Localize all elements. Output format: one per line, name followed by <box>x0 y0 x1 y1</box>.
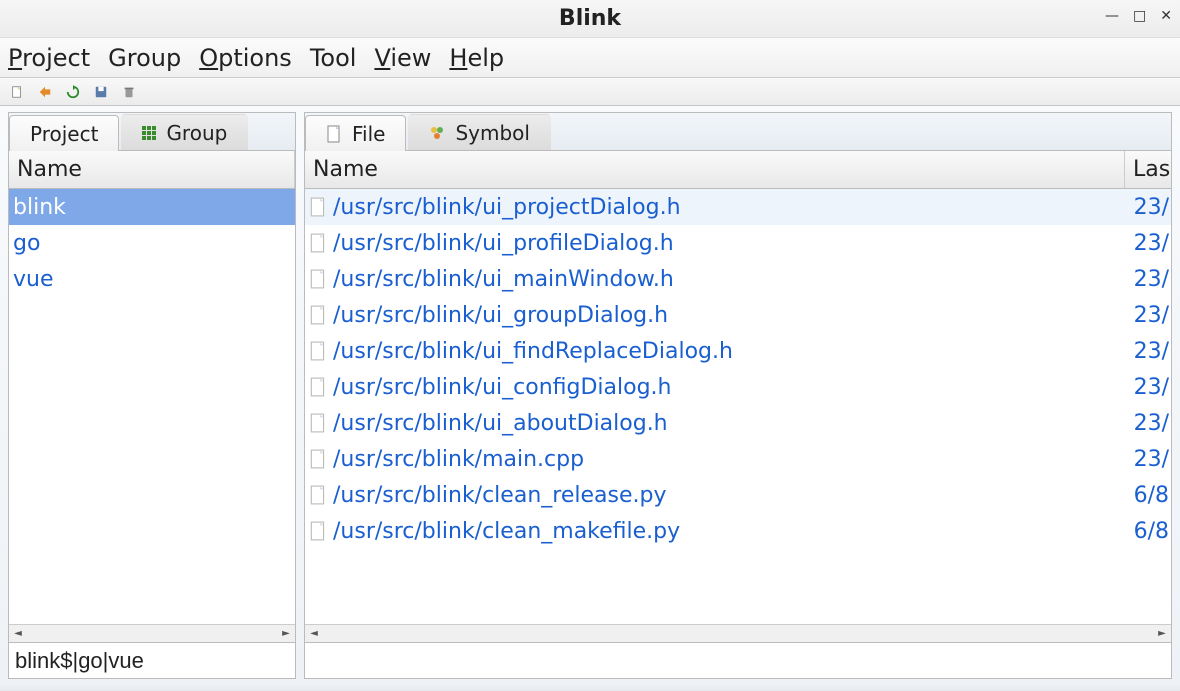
file-path: /usr/src/blink/ui_mainWindow.h <box>333 267 1129 292</box>
right-tabs: File Symbol <box>305 113 1171 151</box>
file-icon <box>309 341 327 361</box>
file-date: 23/ <box>1129 195 1171 220</box>
file-date: 23/ <box>1129 339 1171 364</box>
file-icon <box>309 269 327 289</box>
file-list: /usr/src/blink/ui_projectDialog.h23//usr… <box>305 189 1171 624</box>
file-icon <box>309 449 327 469</box>
file-icon <box>326 125 342 143</box>
tab-file-label: File <box>352 122 385 146</box>
project-name: vue <box>13 267 295 292</box>
right-header-row: Name Las <box>305 151 1171 189</box>
scroll-left-icon[interactable]: ◄ <box>11 627 25 641</box>
new-icon[interactable] <box>8 83 26 101</box>
bottom-spacer <box>0 685 1180 691</box>
table-row[interactable]: /usr/src/blink/ui_groupDialog.h23/ <box>305 297 1171 333</box>
left-tabs: Project Group <box>9 113 295 151</box>
table-row[interactable]: /usr/src/blink/clean_makefile.py6/8 <box>305 513 1171 549</box>
list-item[interactable]: go <box>9 225 295 261</box>
right-filter <box>305 642 1171 678</box>
file-path: /usr/src/blink/ui_projectDialog.h <box>333 195 1129 220</box>
left-header-name[interactable]: Name <box>9 151 295 188</box>
file-path: /usr/src/blink/clean_release.py <box>333 483 1129 508</box>
left-panel: Project Group Name blink go vue ◄ ► <box>8 112 296 679</box>
file-path: /usr/src/blink/ui_findReplaceDialog.h <box>333 339 1129 364</box>
table-row[interactable]: /usr/src/blink/ui_profileDialog.h23/ <box>305 225 1171 261</box>
right-header-name[interactable]: Name <box>305 151 1125 188</box>
tab-project-label: Project <box>30 122 98 146</box>
file-path: /usr/src/blink/ui_groupDialog.h <box>333 303 1129 328</box>
file-date: 23/ <box>1129 267 1171 292</box>
grid-icon <box>142 126 156 140</box>
maximize-button[interactable]: □ <box>1133 8 1146 24</box>
right-panel: File Symbol Name Las /usr/src/blink/ui_p… <box>304 112 1172 679</box>
file-date: 23/ <box>1129 231 1171 256</box>
list-item[interactable]: vue <box>9 261 295 297</box>
file-icon <box>309 197 327 217</box>
tab-group[interactable]: Group <box>121 114 248 150</box>
file-date: 6/8 <box>1129 519 1171 544</box>
tab-project[interactable]: Project <box>9 115 119 151</box>
file-icon <box>309 485 327 505</box>
right-header-last[interactable]: Las <box>1125 151 1171 188</box>
file-path: /usr/src/blink/ui_aboutDialog.h <box>333 411 1129 436</box>
left-header-row: Name <box>9 151 295 189</box>
menu-view[interactable]: View <box>374 44 431 72</box>
scroll-left-icon[interactable]: ◄ <box>307 627 321 641</box>
left-scrollbar[interactable]: ◄ ► <box>9 624 295 642</box>
tab-symbol[interactable]: Symbol <box>408 114 551 150</box>
menu-group[interactable]: Group <box>108 44 181 72</box>
refresh-icon[interactable] <box>64 83 82 101</box>
left-filter <box>9 642 295 678</box>
save-icon[interactable] <box>92 83 110 101</box>
right-filter-input[interactable] <box>305 643 1171 678</box>
table-row[interactable]: /usr/src/blink/clean_release.py6/8 <box>305 477 1171 513</box>
file-date: 23/ <box>1129 303 1171 328</box>
close-button[interactable]: ✕ <box>1160 8 1172 24</box>
menu-options[interactable]: Options <box>199 44 292 72</box>
tab-file[interactable]: File <box>305 115 406 151</box>
file-icon <box>309 305 327 325</box>
minimize-button[interactable]: — <box>1105 8 1119 24</box>
file-date: 23/ <box>1129 375 1171 400</box>
window-controls: — □ ✕ <box>1105 8 1172 24</box>
tab-group-label: Group <box>166 121 227 145</box>
table-row[interactable]: /usr/src/blink/ui_aboutDialog.h23/ <box>305 405 1171 441</box>
table-row[interactable]: /usr/src/blink/ui_configDialog.h23/ <box>305 369 1171 405</box>
file-icon <box>309 377 327 397</box>
table-row[interactable]: /usr/src/blink/ui_projectDialog.h23/ <box>305 189 1171 225</box>
tab-symbol-label: Symbol <box>455 121 530 145</box>
table-row[interactable]: /usr/src/blink/ui_findReplaceDialog.h23/ <box>305 333 1171 369</box>
table-row[interactable]: /usr/src/blink/ui_mainWindow.h23/ <box>305 261 1171 297</box>
project-list: blink go vue <box>9 189 295 624</box>
toolbar <box>0 78 1180 106</box>
content: Project Group Name blink go vue ◄ ► File <box>0 106 1180 685</box>
menu-tool[interactable]: Tool <box>310 44 357 72</box>
file-path: /usr/src/blink/ui_profileDialog.h <box>333 231 1129 256</box>
menubar: Project Group Options Tool View Help <box>0 38 1180 78</box>
file-icon <box>309 233 327 253</box>
scroll-right-icon[interactable]: ► <box>279 627 293 641</box>
file-path: /usr/src/blink/main.cpp <box>333 447 1129 472</box>
file-icon <box>309 413 327 433</box>
open-icon[interactable] <box>36 83 54 101</box>
left-filter-input[interactable] <box>9 643 295 678</box>
list-item[interactable]: blink <box>9 189 295 225</box>
file-date: 6/8 <box>1129 483 1171 508</box>
right-scrollbar[interactable]: ◄ ► <box>305 624 1171 642</box>
file-path: /usr/src/blink/clean_makefile.py <box>333 519 1129 544</box>
symbol-icon <box>429 125 445 141</box>
table-row[interactable]: /usr/src/blink/main.cpp23/ <box>305 441 1171 477</box>
project-name: go <box>13 231 295 256</box>
file-date: 23/ <box>1129 411 1171 436</box>
menu-project[interactable]: Project <box>8 44 90 72</box>
menu-help[interactable]: Help <box>449 44 504 72</box>
window-title: Blink <box>559 6 621 31</box>
file-path: /usr/src/blink/ui_configDialog.h <box>333 375 1129 400</box>
project-name: blink <box>13 195 295 220</box>
file-date: 23/ <box>1129 447 1171 472</box>
trash-icon[interactable] <box>120 83 138 101</box>
file-icon <box>309 521 327 541</box>
scroll-right-icon[interactable]: ► <box>1155 627 1169 641</box>
titlebar: Blink — □ ✕ <box>0 0 1180 38</box>
